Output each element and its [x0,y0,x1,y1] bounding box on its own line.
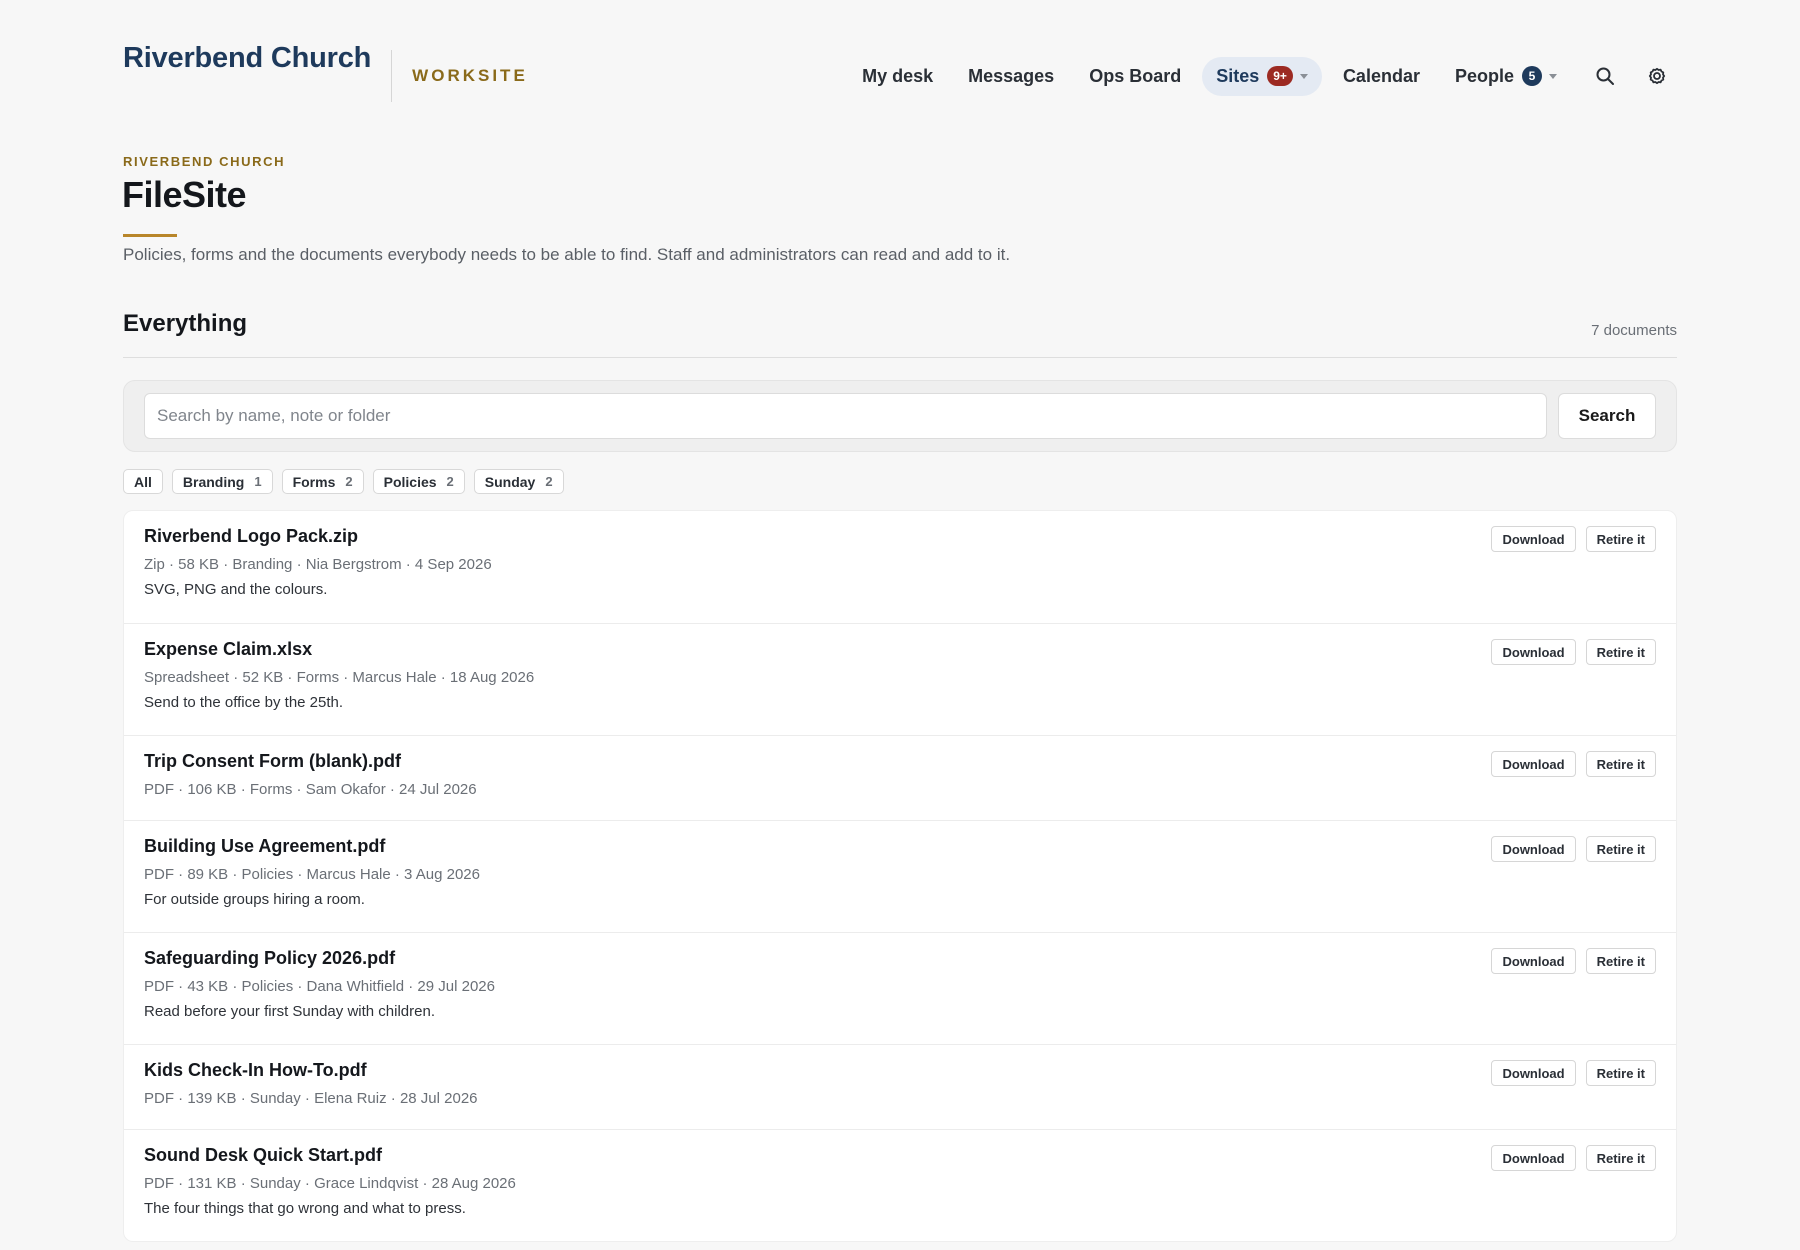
search-panel: Search [123,380,1677,452]
document-row: Sound Desk Quick Start.pdf PDF · 131 KB … [124,1129,1676,1241]
folder-filters: All Branding 1 Forms 2 Policies 2 Sunday… [123,469,564,494]
filter-chip-count: 2 [545,474,553,489]
document-name[interactable]: Expense Claim.xlsx [144,639,312,660]
document-row: Building Use Agreement.pdf PDF · 89 KB ·… [124,820,1676,932]
document-row: Riverbend Logo Pack.zip Zip · 58 KB · Br… [124,511,1676,623]
document-name[interactable]: Riverbend Logo Pack.zip [144,526,358,547]
document-name[interactable]: Trip Consent Form (blank).pdf [144,751,401,772]
retire-button[interactable]: Retire it [1585,751,1656,777]
notification-badge: 9+ [1267,66,1293,86]
document-note: SVG, PNG and the colours. [144,581,328,598]
brand-subtitle: WORKSITE [412,66,528,85]
page-description: Policies, forms and the documents everyb… [123,245,1011,264]
nav-item-label: Messages [968,65,1055,86]
document-note: Read before your first Sunday with child… [144,1003,435,1020]
chevron-down-icon [1549,73,1557,79]
document-meta: PDF · 89 KB · Policies · Marcus Hale · 3… [144,866,480,883]
document-actions: Download Retire it [1491,1060,1656,1086]
document-actions: Download Retire it [1491,836,1656,862]
retire-button[interactable]: Retire it [1585,836,1656,862]
nav-item-label: Sites [1216,65,1260,86]
filter-chip-label: Forms [292,473,336,490]
nav-item-sites[interactable]: Sites 9+ [1202,56,1322,96]
filter-chip-all[interactable]: All [123,469,163,494]
chevron-down-icon [1299,73,1308,79]
document-meta: Spreadsheet · 52 KB · Forms · Marcus Hal… [144,669,535,686]
nav-item-label: Calendar [1342,65,1420,86]
filter-chip-label: All [134,473,152,490]
settings-button[interactable] [1637,56,1677,96]
document-count: 7 documents [1591,322,1677,339]
retire-button[interactable]: Retire it [1585,948,1656,974]
document-note: Send to the office by the 25th. [144,694,344,711]
download-button[interactable]: Download [1491,639,1576,665]
nav-item-label: My desk [862,65,934,86]
document-meta: PDF · 43 KB · Policies · Dana Whitfield … [144,978,495,995]
document-name[interactable]: Kids Check-In How-To.pdf [144,1060,367,1081]
retire-button[interactable]: Retire it [1585,526,1656,552]
search-submit-button[interactable]: Search [1558,393,1656,439]
document-row: Kids Check-In How-To.pdf PDF · 139 KB · … [124,1044,1676,1129]
search-button[interactable] [1585,56,1625,96]
filter-chip-forms[interactable]: Forms 2 [281,469,364,494]
document-actions: Download Retire it [1491,751,1656,777]
filter-chip-label: Policies [383,473,437,490]
count-badge: 5 [1522,66,1542,86]
page: Riverbend Church WORKSITE My desk Messag… [0,0,1800,1250]
download-button[interactable]: Download [1491,948,1576,974]
download-button[interactable]: Download [1491,526,1576,552]
gear-icon [1648,67,1666,85]
nav-item-messages[interactable]: Messages [954,57,1068,96]
download-button[interactable]: Download [1491,751,1576,777]
download-button[interactable]: Download [1491,836,1576,862]
brand-divider [391,50,393,102]
nav-item-label: Ops Board [1089,65,1182,86]
filter-chip-policies[interactable]: Policies 2 [372,469,465,494]
nav-item-my-desk[interactable]: My desk [848,57,947,96]
filter-chip-count: 1 [254,474,262,489]
search-input[interactable] [144,393,1547,439]
document-row: Expense Claim.xlsx Spreadsheet · 52 KB ·… [124,623,1676,735]
retire-button[interactable]: Retire it [1585,1060,1656,1086]
document-name[interactable]: Safeguarding Policy 2026.pdf [144,948,395,969]
nav-item-label: People [1454,65,1514,86]
document-name[interactable]: Building Use Agreement.pdf [144,836,385,857]
nav-item-calendar[interactable]: Calendar [1329,57,1434,96]
filter-chip-label: Branding [182,473,245,490]
section-title: Everything [123,310,248,337]
nav-item-people[interactable]: People 5 [1441,57,1571,96]
page-title: FileSite [122,174,247,215]
retire-button[interactable]: Retire it [1585,1145,1656,1171]
document-list: Riverbend Logo Pack.zip Zip · 58 KB · Br… [123,510,1677,1242]
main-nav: My desk Messages Ops Board Sites 9+ Cale… [848,56,1677,96]
document-name[interactable]: Sound Desk Quick Start.pdf [144,1145,382,1166]
download-button[interactable]: Download [1491,1145,1576,1171]
title-underline [123,234,177,237]
page-eyebrow: RIVERBEND CHURCH [123,154,286,169]
filter-chip-count: 2 [345,474,353,489]
document-meta: Zip · 58 KB · Branding · Nia Bergstrom ·… [144,556,492,573]
document-actions: Download Retire it [1491,948,1656,974]
search-icon [1596,67,1614,85]
filter-chip-count: 2 [446,474,454,489]
document-actions: Download Retire it [1491,1145,1656,1171]
document-actions: Download Retire it [1491,639,1656,665]
document-note: The four things that go wrong and what t… [144,1200,466,1217]
document-meta: PDF · 131 KB · Sunday · Grace Lindqvist … [144,1175,516,1192]
download-button[interactable]: Download [1491,1060,1576,1086]
document-note: For outside groups hiring a room. [144,891,365,908]
document-meta: PDF · 106 KB · Forms · Sam Okafor · 24 J… [144,781,477,798]
filter-chip-label: Sunday [484,473,536,490]
top-bar: Riverbend Church WORKSITE My desk Messag… [123,28,1677,118]
document-meta: PDF · 139 KB · Sunday · Elena Ruiz · 28 … [144,1090,478,1107]
brand-name[interactable]: Riverbend Church [123,42,371,75]
retire-button[interactable]: Retire it [1585,639,1656,665]
section-header: Everything 7 documents [123,310,1677,358]
document-row: Safeguarding Policy 2026.pdf PDF · 43 KB… [124,932,1676,1044]
document-row: Trip Consent Form (blank).pdf PDF · 106 … [124,735,1676,820]
document-actions: Download Retire it [1491,526,1656,552]
filter-chip-branding[interactable]: Branding 1 [171,469,273,494]
filter-chip-sunday[interactable]: Sunday 2 [473,469,564,494]
nav-item-ops-board[interactable]: Ops Board [1075,57,1195,96]
